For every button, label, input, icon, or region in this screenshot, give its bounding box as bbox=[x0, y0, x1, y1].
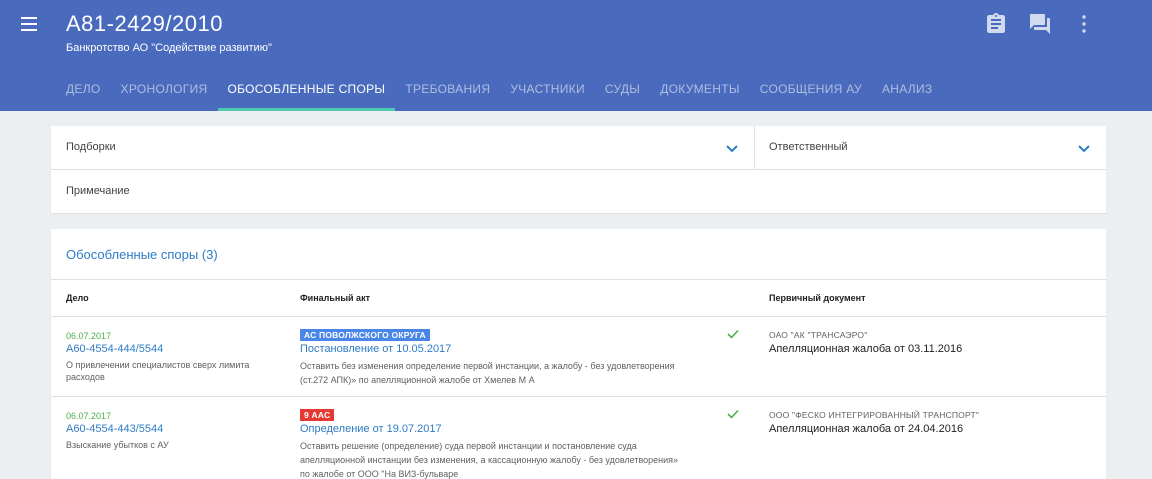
page-title: А81-2429/2010 bbox=[66, 11, 223, 36]
primary-document: Апелляционная жалоба от 24.04.2016 bbox=[769, 423, 964, 435]
disputes-card: Обособленные споры (3) Дело Финальный ак… bbox=[51, 229, 1106, 479]
court-badge: 9 ААС bbox=[300, 409, 335, 421]
chevron-down-icon[interactable] bbox=[1077, 144, 1091, 154]
collections-select[interactable]: Подборки bbox=[66, 141, 116, 153]
responsible-select[interactable]: Ответственный bbox=[769, 141, 848, 153]
tab-participants[interactable]: УЧАСТНИКИ bbox=[500, 80, 595, 111]
tab-claims[interactable]: ТРЕБОВАНИЯ bbox=[395, 80, 500, 111]
check-icon bbox=[727, 329, 739, 339]
column-header-case: Дело bbox=[66, 293, 89, 303]
table-row[interactable]: 06.07.2017 А60-4554-443/5544 Взыскание у… bbox=[51, 397, 1106, 479]
court-badge: АС ПОВОЛЖСКОГО ОКРУГА bbox=[300, 329, 430, 341]
final-act-description: Оставить решение (определение) суда перв… bbox=[300, 441, 679, 479]
nav-tabs: ДЕЛО ХРОНОЛОГИЯ ОБОСОБЛЕННЫЕ СПОРЫ ТРЕБО… bbox=[56, 80, 942, 111]
tab-analysis[interactable]: АНАЛИЗ bbox=[872, 80, 943, 111]
final-act-link[interactable]: Определение от 19.07.2017 bbox=[300, 423, 442, 435]
tab-documents[interactable]: ДОКУМЕНТЫ bbox=[650, 80, 750, 111]
chat-icon[interactable] bbox=[1028, 12, 1052, 36]
organization-name: ОАО "АК "ТРАНСАЭРО" bbox=[769, 330, 868, 340]
column-header-primary-doc: Первичный документ bbox=[769, 293, 866, 303]
filters-card: Подборки Ответственный Примечание bbox=[51, 126, 1106, 213]
tab-courts[interactable]: СУДЫ bbox=[595, 80, 650, 111]
divider bbox=[51, 169, 1106, 170]
divider bbox=[51, 279, 1106, 280]
final-act-description: Оставить без изменения определение перво… bbox=[300, 361, 675, 385]
chevron-down-icon[interactable] bbox=[725, 144, 739, 154]
case-number-link[interactable]: А60-4554-444/5544 bbox=[66, 343, 163, 355]
more-vert-icon[interactable] bbox=[1072, 12, 1096, 36]
dispute-date: 06.07.2017 bbox=[66, 331, 112, 341]
case-description: О привлечении специалистов сверх лимита … bbox=[66, 360, 250, 382]
table-row[interactable]: 06.07.2017 А60-4554-444/5544 О привлечен… bbox=[51, 317, 1106, 397]
disputes-title: Обособленные споры (3) bbox=[66, 247, 218, 262]
app-header: А81-2429/2010 Банкротство АО "Содействие… bbox=[0, 0, 1152, 111]
column-header-final-act: Финальный акт bbox=[300, 293, 370, 303]
dispute-date: 06.07.2017 bbox=[66, 411, 112, 421]
final-act-link[interactable]: Постановление от 10.05.2017 bbox=[300, 343, 451, 355]
tab-case[interactable]: ДЕЛО bbox=[56, 80, 111, 111]
clipboard-icon[interactable] bbox=[984, 12, 1008, 36]
case-number-link[interactable]: А60-4554-443/5544 bbox=[66, 423, 163, 435]
case-description: Взыскание убытков с АУ bbox=[66, 440, 169, 450]
check-icon bbox=[727, 409, 739, 419]
tab-chronology[interactable]: ХРОНОЛОГИЯ bbox=[111, 80, 218, 111]
organization-name: ООО "ФЕСКО ИНТЕГРИРОВАННЫЙ ТРАНСПОРТ" bbox=[769, 410, 980, 420]
primary-document: Апелляционная жалоба от 03.11.2016 bbox=[769, 343, 963, 355]
tab-au-messages[interactable]: СООБЩЕНИЯ АУ bbox=[750, 80, 872, 111]
menu-icon[interactable] bbox=[19, 14, 41, 34]
tab-separate-disputes[interactable]: ОБОСОБЛЕННЫЕ СПОРЫ bbox=[217, 80, 396, 111]
note-field[interactable]: Примечание bbox=[66, 185, 130, 197]
divider bbox=[754, 126, 755, 169]
page-subtitle: Банкротство АО "Содействие развитию" bbox=[66, 42, 272, 54]
